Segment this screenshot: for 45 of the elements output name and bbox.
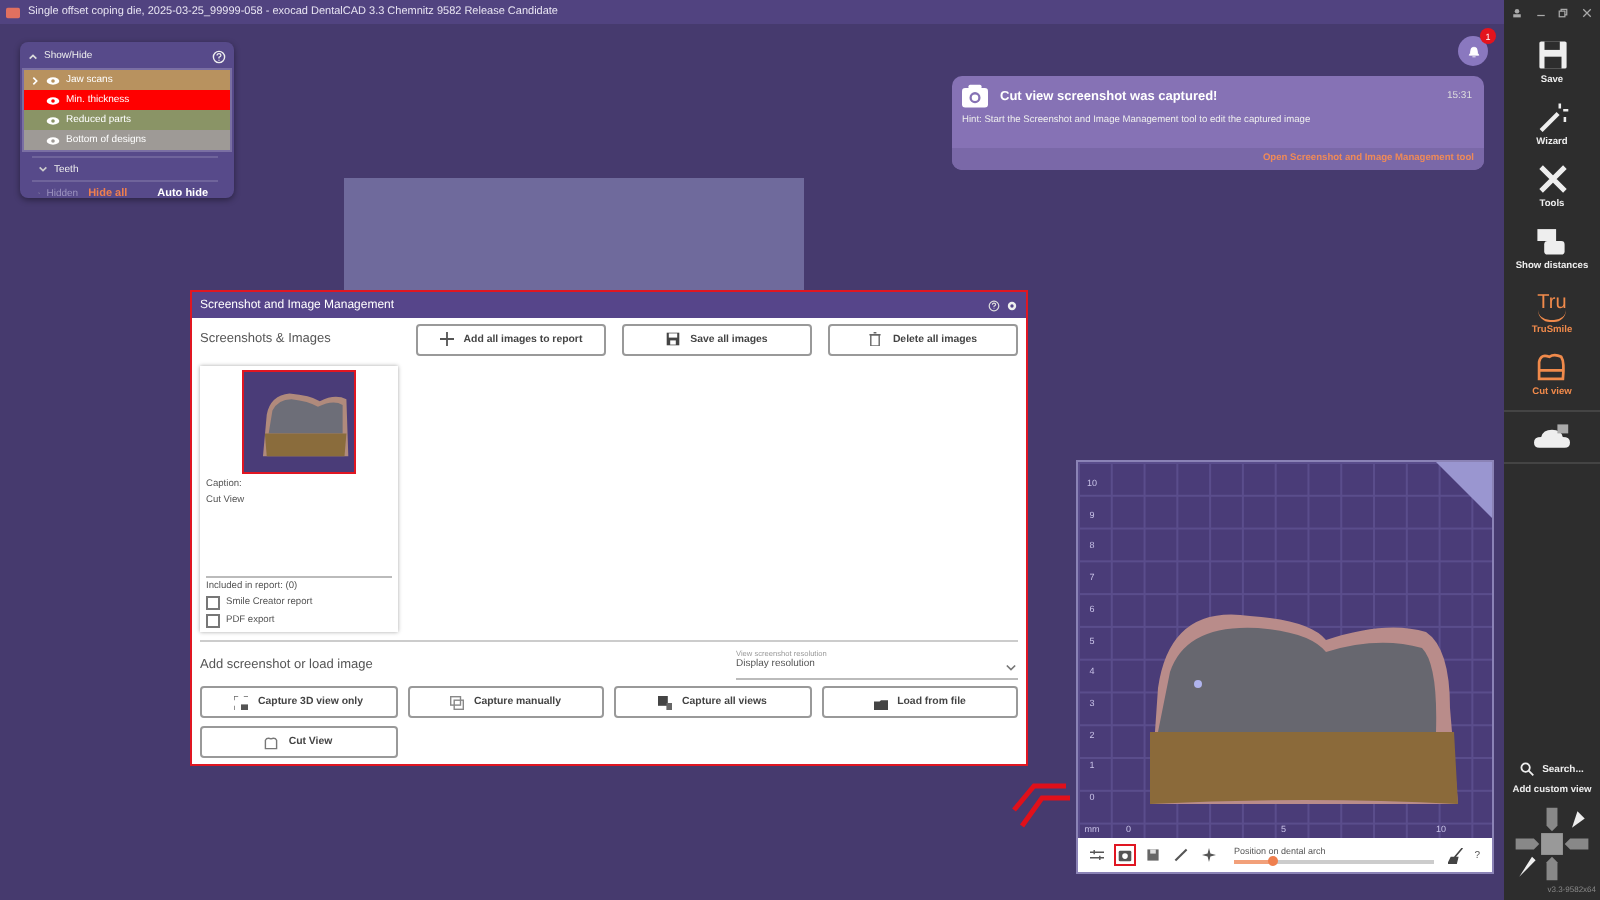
eye-icon[interactable] xyxy=(46,75,60,85)
user-icon[interactable] xyxy=(1511,7,1522,17)
toolbar-button[interactable] xyxy=(1086,844,1108,866)
tool-icon xyxy=(1090,848,1104,862)
eye-icon[interactable] xyxy=(46,135,60,145)
toolbar-button[interactable] xyxy=(1142,844,1164,866)
brush-icon[interactable] xyxy=(1448,847,1465,863)
app-icon xyxy=(6,5,20,19)
toolbar-button[interactable] xyxy=(1170,844,1192,866)
bell-icon xyxy=(1465,43,1481,59)
help-icon[interactable] xyxy=(988,299,1000,311)
button-icon xyxy=(449,695,464,709)
button-icon xyxy=(666,332,681,346)
search-icon xyxy=(1520,762,1535,776)
button-icon xyxy=(234,695,249,709)
close-icon[interactable] xyxy=(1582,7,1593,17)
tool-icon xyxy=(1534,350,1569,384)
eye-icon[interactable] xyxy=(46,115,60,125)
button-icon xyxy=(439,332,454,346)
cloud-icon[interactable] xyxy=(1534,424,1570,450)
button-icon xyxy=(658,695,673,709)
settings-icon[interactable] xyxy=(1006,299,1018,311)
help-icon[interactable] xyxy=(212,49,226,63)
tool-icon xyxy=(1118,848,1132,862)
tool-icon xyxy=(1535,100,1569,134)
view-cube-drawing[interactable] xyxy=(1512,804,1592,884)
screenshot-thumbnail[interactable] xyxy=(242,370,356,474)
button-icon xyxy=(264,735,279,749)
tool-icon xyxy=(1146,848,1160,862)
checkbox[interactable] xyxy=(206,596,220,610)
tool-icon xyxy=(1534,224,1569,258)
checkbox[interactable] xyxy=(206,614,220,628)
button-icon xyxy=(873,695,888,709)
camera-icon xyxy=(962,84,988,108)
tool-logo: Tru xyxy=(1537,286,1567,322)
slider-thumb[interactable] xyxy=(1267,856,1278,866)
dropdown-caret-icon xyxy=(1006,663,1016,671)
collapse-icon[interactable] xyxy=(28,51,38,61)
toolbar-button[interactable] xyxy=(1114,844,1136,866)
toolbar-button[interactable] xyxy=(1198,844,1220,866)
eye-icon[interactable] xyxy=(46,95,60,105)
tool-icon xyxy=(1535,38,1569,72)
restore-icon[interactable] xyxy=(1558,7,1569,17)
button-icon xyxy=(868,332,883,346)
tool-icon xyxy=(1535,162,1569,196)
